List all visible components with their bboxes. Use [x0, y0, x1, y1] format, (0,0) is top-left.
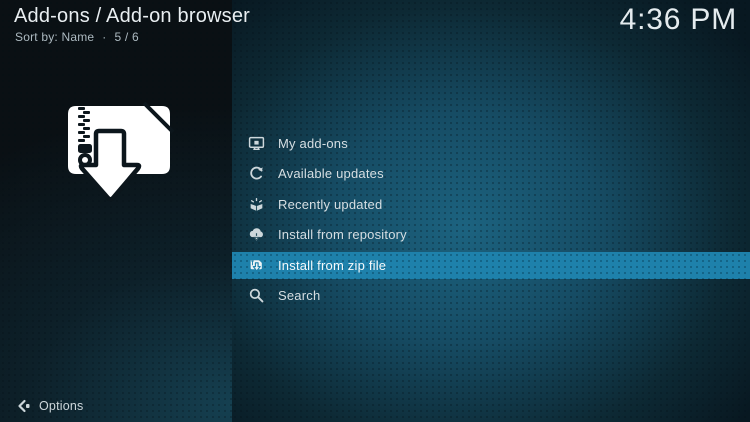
available-updates-icon: [247, 165, 265, 183]
menu-item-label: Search: [278, 288, 321, 304]
menu-item-label: Install from repository: [278, 227, 407, 243]
menu-item-my-addons[interactable]: My add-ons: [232, 128, 750, 159]
sort-by-label: Sort by: Name: [15, 30, 95, 44]
kodi-addon-browser-screen: Add-ons / Add-on browser Sort by: Name ·…: [0, 0, 750, 422]
menu-item-recently-updated[interactable]: Recently updated: [232, 189, 750, 220]
menu-item-available-updates[interactable]: Available updates: [232, 159, 750, 190]
my-addons-icon: [247, 134, 265, 152]
separator-dot: ·: [102, 30, 107, 44]
options-button[interactable]: Options: [16, 395, 83, 417]
page-title: Add-ons / Add-on browser: [14, 5, 251, 27]
addon-browser-menu: My add-ons Available updates Recently up…: [232, 128, 750, 311]
install-from-repository-icon: [247, 226, 265, 244]
item-position: 5 / 6: [114, 30, 139, 44]
search-icon: [247, 287, 265, 305]
menu-item-install-from-repository[interactable]: Install from repository: [232, 220, 750, 251]
menu-item-label: Recently updated: [278, 196, 383, 212]
recently-updated-icon: [247, 195, 265, 213]
clock: 4:36 PM: [619, 3, 737, 36]
menu-item-label: Available updates: [278, 166, 384, 182]
menu-item-label: My add-ons: [278, 135, 348, 151]
menu-item-install-from-zip-file[interactable]: Install from zip file: [232, 251, 750, 279]
options-label: Options: [39, 399, 84, 413]
menu-item-label: Install from zip file: [278, 257, 387, 273]
sort-status: Sort by: Name · 5 / 6: [15, 30, 139, 44]
options-icon: [16, 399, 30, 413]
install-from-zip-icon: [247, 256, 265, 274]
zip-file-download-icon: [56, 94, 188, 212]
menu-item-search[interactable]: Search: [232, 281, 750, 312]
